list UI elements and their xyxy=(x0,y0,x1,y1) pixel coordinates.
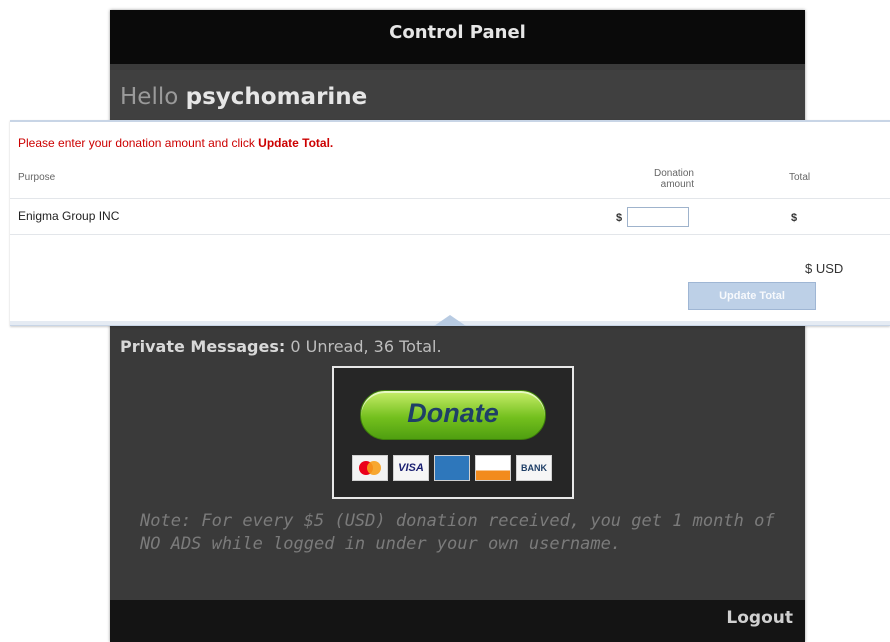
mastercard-logo xyxy=(359,461,381,475)
popup-pointer-icon xyxy=(434,315,466,326)
row-total-cell: $ xyxy=(791,212,798,224)
instruction-text: Please enter your donation amount and cl… xyxy=(18,136,255,150)
bank-icon: BANK xyxy=(516,455,552,481)
amex-icon xyxy=(434,455,470,481)
total-header: Total xyxy=(789,172,811,183)
private-messages-value: 0 Unread, 36 Total. xyxy=(290,337,442,356)
discover-icon xyxy=(475,455,511,481)
private-messages-label: Private Messages: xyxy=(120,337,286,356)
panel-title: Control Panel xyxy=(389,22,526,43)
purpose-header: Purpose xyxy=(18,172,56,183)
greeting-bar: Hello psychomarine xyxy=(110,70,805,126)
visa-card-label: VISA xyxy=(398,462,424,474)
donation-amount-header: Donation amount xyxy=(640,168,694,190)
private-messages-status: Private Messages: 0 Unread, 36 Total. xyxy=(120,337,442,356)
donation-amount-header-line1: Donation xyxy=(653,168,694,179)
header-divider xyxy=(10,198,890,199)
mastercard-icon xyxy=(352,455,388,481)
username: psychomarine xyxy=(185,84,368,110)
greeting: Hello psychomarine xyxy=(120,84,367,110)
donation-note: Note: For every $5 (USD) donation receiv… xyxy=(140,511,775,554)
update-total-button[interactable]: Update Total xyxy=(688,282,816,310)
donate-label: Donate xyxy=(407,398,499,428)
panel-header: Control Panel xyxy=(110,10,805,64)
donation-amount-input[interactable] xyxy=(627,207,689,227)
donation-amount-header-line2: amount xyxy=(660,179,694,190)
panel-footer: Logout xyxy=(110,600,805,642)
instruction-highlight: Update Total. xyxy=(258,136,334,150)
donation-instruction: Please enter your donation amount and cl… xyxy=(18,136,333,150)
row-divider xyxy=(10,234,890,235)
donate-box: Donate VISA BANK xyxy=(332,366,574,499)
grand-total: $ USD xyxy=(805,261,844,276)
payment-cards: VISA BANK xyxy=(344,455,560,483)
amount-currency-symbol: $ xyxy=(616,212,623,224)
donate-button[interactable]: Donate xyxy=(360,390,546,440)
purpose-cell: Enigma Group INC xyxy=(18,209,120,223)
bank-card-label: BANK xyxy=(521,463,547,473)
logout-link[interactable]: Logout xyxy=(726,608,793,628)
visa-icon: VISA xyxy=(393,455,429,481)
greeting-label: Hello xyxy=(120,84,179,110)
donation-form-popup: Please enter your donation amount and cl… xyxy=(10,120,890,326)
control-panel: Control Panel Hello psychomarine Private… xyxy=(110,10,805,642)
